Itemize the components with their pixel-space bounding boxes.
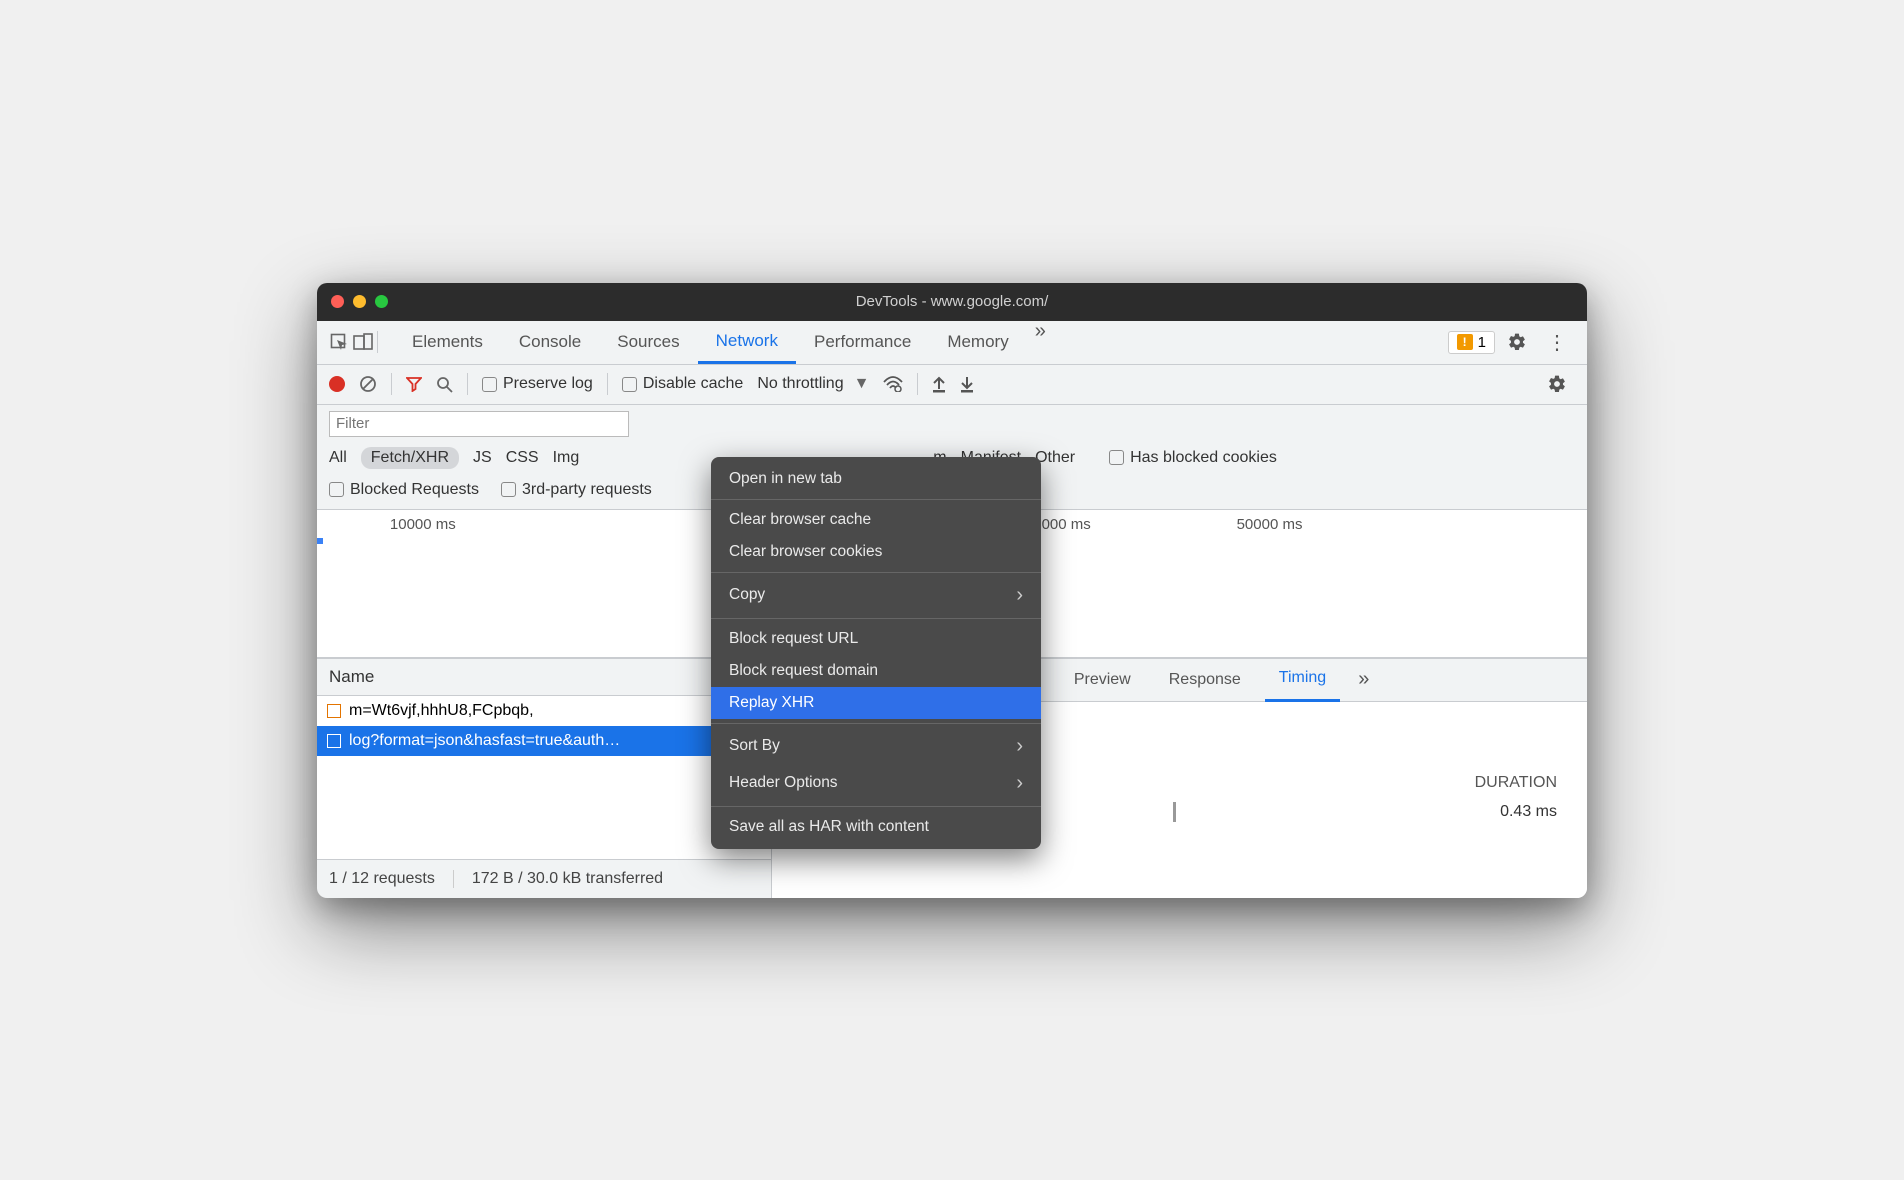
- main-tabs-row: Elements Console Sources Network Perform…: [317, 321, 1587, 365]
- queueing-bar: [1173, 802, 1176, 822]
- blocked-requests-checkbox[interactable]: Blocked Requests: [329, 481, 479, 499]
- request-name: m=Wt6vjf,hhhU8,FCpbqb,: [349, 702, 534, 720]
- filter-css[interactable]: CSS: [506, 449, 539, 467]
- window-title: DevTools - www.google.com/: [317, 293, 1587, 310]
- queueing-value: 0.43 ms: [1500, 803, 1557, 820]
- script-file-icon: [327, 704, 341, 718]
- network-settings-icon[interactable]: [1539, 374, 1575, 394]
- warnings-badge[interactable]: ! 1: [1448, 331, 1495, 354]
- request-row[interactable]: m=Wt6vjf,hhhU8,FCpbqb,: [317, 696, 771, 726]
- download-har-icon[interactable]: [960, 375, 974, 393]
- ctx-block-domain[interactable]: Block request domain: [711, 655, 1041, 687]
- tab-elements[interactable]: Elements: [394, 320, 501, 364]
- titlebar: DevTools - www.google.com/: [317, 283, 1587, 321]
- tab-network[interactable]: Network: [698, 320, 796, 364]
- filter-icon[interactable]: [406, 376, 422, 392]
- device-toolbar-icon[interactable]: [353, 332, 373, 352]
- request-name: log?format=json&hasfast=true&auth…: [349, 732, 620, 750]
- tab-performance[interactable]: Performance: [796, 320, 929, 364]
- more-detail-tabs-icon[interactable]: »: [1350, 668, 1377, 691]
- inspect-icon[interactable]: [329, 332, 349, 352]
- ctx-sort-by[interactable]: Sort By: [711, 728, 1041, 765]
- xhr-file-icon: [327, 734, 341, 748]
- has-blocked-cookies-checkbox[interactable]: Has blocked cookies: [1109, 449, 1277, 467]
- tab-console[interactable]: Console: [501, 320, 599, 364]
- preserve-log-label: Preserve log: [503, 375, 593, 393]
- filter-img[interactable]: Img: [553, 449, 580, 467]
- clear-icon[interactable]: [359, 375, 377, 393]
- request-count: 1 / 12 requests: [329, 870, 435, 888]
- chevron-down-icon[interactable]: ▼: [854, 375, 870, 393]
- ctx-save-har[interactable]: Save all as HAR with content: [711, 811, 1041, 843]
- ctx-clear-cache[interactable]: Clear browser cache: [711, 504, 1041, 536]
- request-row[interactable]: log?format=json&hasfast=true&auth…: [317, 726, 771, 756]
- tab-sources[interactable]: Sources: [599, 320, 697, 364]
- disable-cache-checkbox[interactable]: Disable cache: [622, 375, 744, 393]
- requests-list-panel: Name m=Wt6vjf,hhhU8,FCpbqb, log?format=j…: [317, 658, 772, 898]
- more-tabs-icon[interactable]: »: [1027, 320, 1054, 364]
- network-toolbar: Preserve log Disable cache No throttling…: [317, 365, 1587, 405]
- timeline-tick: 50000 ms: [1164, 516, 1376, 533]
- upload-har-icon[interactable]: [932, 375, 946, 393]
- filter-js[interactable]: JS: [473, 449, 492, 467]
- filter-fetchxhr[interactable]: Fetch/XHR: [361, 447, 459, 469]
- ctx-open-new-tab[interactable]: Open in new tab: [711, 463, 1041, 495]
- timeline-tick: 10000 ms: [317, 516, 529, 533]
- network-conditions-icon[interactable]: [883, 376, 903, 392]
- ctx-copy[interactable]: Copy: [711, 577, 1041, 614]
- ctx-replay-xhr[interactable]: Replay XHR: [711, 687, 1041, 719]
- ctx-header-options[interactable]: Header Options: [711, 765, 1041, 802]
- warning-icon: !: [1457, 334, 1473, 350]
- filter-all[interactable]: All: [329, 449, 347, 467]
- status-bar: 1 / 12 requests 172 B / 30.0 kB transfer…: [317, 859, 771, 898]
- settings-icon[interactable]: [1499, 332, 1535, 352]
- name-column-header[interactable]: Name: [317, 658, 771, 696]
- preserve-log-checkbox[interactable]: Preserve log: [482, 375, 593, 393]
- detail-tab-response[interactable]: Response: [1155, 658, 1255, 702]
- timeline-marker: [317, 538, 323, 544]
- warning-count: 1: [1478, 334, 1486, 351]
- duration-header: DURATION: [1475, 774, 1557, 792]
- disable-cache-label: Disable cache: [643, 375, 744, 393]
- detail-tab-timing[interactable]: Timing: [1265, 658, 1340, 702]
- filter-other[interactable]: Other: [1035, 449, 1075, 467]
- transferred-size: 172 B / 30.0 kB transferred: [472, 870, 663, 888]
- third-party-checkbox[interactable]: 3rd-party requests: [501, 481, 652, 499]
- record-button[interactable]: [329, 376, 345, 392]
- ctx-clear-cookies[interactable]: Clear browser cookies: [711, 536, 1041, 568]
- search-icon[interactable]: [436, 376, 453, 393]
- tab-memory[interactable]: Memory: [929, 320, 1026, 364]
- throttling-select[interactable]: No throttling: [757, 375, 843, 393]
- context-menu: Open in new tab Clear browser cache Clea…: [711, 457, 1041, 849]
- detail-tab-preview[interactable]: Preview: [1060, 658, 1145, 702]
- kebab-menu-icon[interactable]: ⋮: [1539, 330, 1575, 355]
- filter-input[interactable]: [329, 411, 629, 437]
- ctx-block-url[interactable]: Block request URL: [711, 623, 1041, 655]
